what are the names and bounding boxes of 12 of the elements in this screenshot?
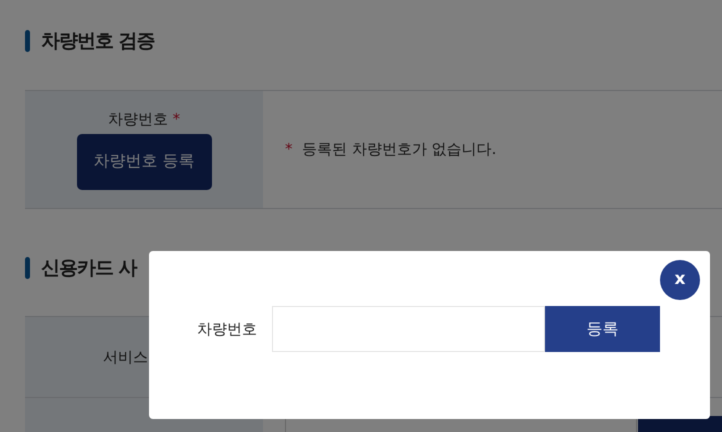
register-button[interactable]: 차량번호 등록 bbox=[76, 134, 212, 190]
title-marker bbox=[25, 257, 30, 279]
field-label: 서비스 bbox=[103, 348, 148, 366]
title-marker bbox=[25, 30, 30, 52]
section-title: 차량번호 검증 bbox=[41, 29, 155, 54]
register-button[interactable]: 등록 bbox=[545, 306, 660, 352]
section-title: 신용카드 사 bbox=[41, 256, 137, 281]
field-label: 차량번호 bbox=[197, 320, 258, 338]
field-label: 차량번호 * bbox=[108, 110, 180, 128]
close-button[interactable]: x bbox=[660, 260, 700, 300]
input-field[interactable] bbox=[272, 306, 545, 352]
notice-text: * 등록된 차량번호가 없습니다. bbox=[285, 140, 496, 159]
